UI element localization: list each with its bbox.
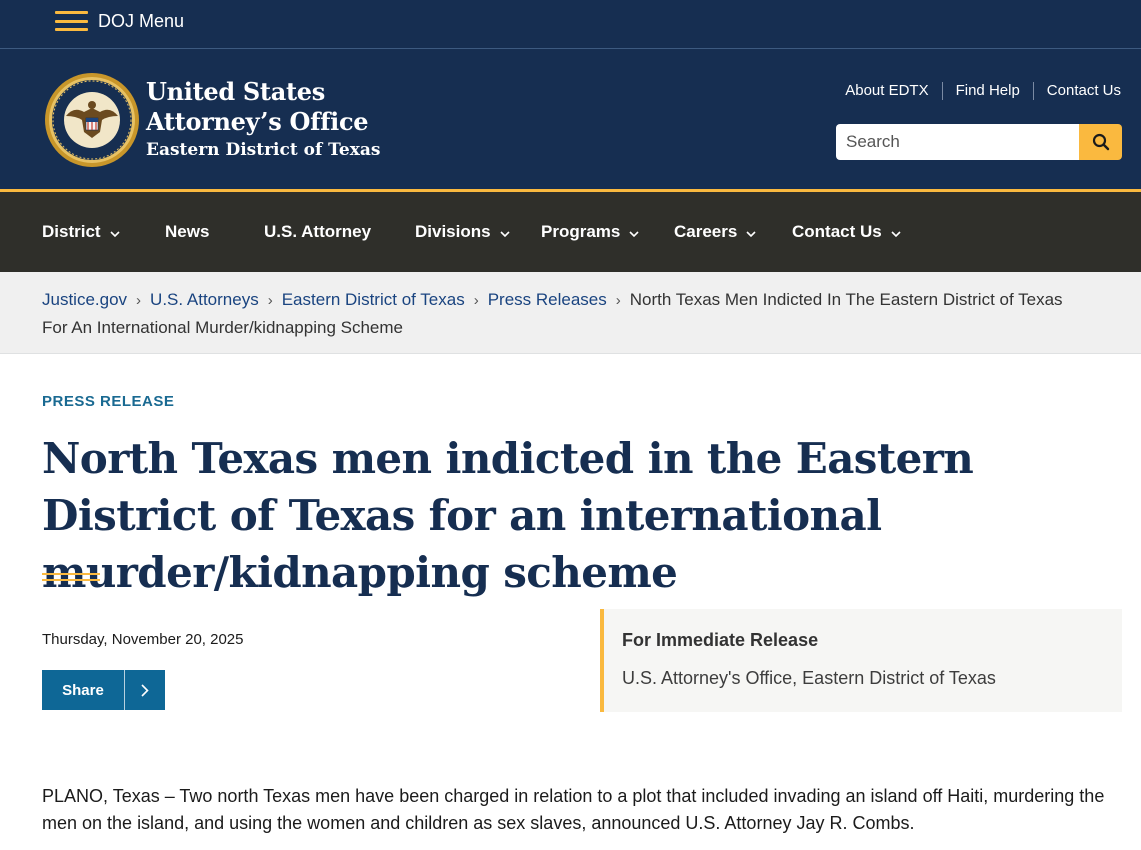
search-form [836,124,1122,160]
nav-label: Programs [541,222,621,241]
chevron-down-icon [500,230,510,237]
top-bar: DOJ Menu [0,0,1141,49]
breadcrumb-link-justice-gov[interactable]: Justice.gov [42,290,127,309]
chevron-down-icon [891,230,901,237]
nav-label: Careers [674,222,738,241]
find-help-link[interactable]: Find Help [941,82,1033,100]
release-date: Thursday, November 20, 2025 [42,631,244,648]
share-divider [124,670,125,710]
breadcrumb-chevron-icon: › [267,292,273,309]
nav-label: District [42,222,101,241]
breadcrumb-link-us-attorneys[interactable]: U.S. Attorneys [150,290,259,309]
nav-contact-us[interactable]: Contact Us [792,192,901,272]
nav-careers[interactable]: Careers [674,192,756,272]
office-district: Eastern District of Texas [146,140,381,160]
nav-label: U.S. Attorney [264,222,372,241]
nav-label: News [165,222,210,241]
lead-paragraph: PLANO, Texas – Two north Texas men have … [42,786,1105,833]
search-icon [1092,133,1109,151]
release-office: U.S. Attorney's Office, Eastern District… [622,668,996,688]
breadcrumb-chevron-icon: › [473,292,479,309]
hamburger-icon [55,9,88,33]
breadcrumb-chevron-icon: › [136,292,142,309]
page-title: North Texas men indicted in the Eastern … [42,434,974,597]
breadcrumb-link-press-releases[interactable]: Press Releases [488,290,607,309]
breadcrumb-chevron-icon: › [615,292,621,309]
nav-label: Contact Us [792,222,882,241]
chevron-down-icon [629,230,639,237]
office-name-line2: Attorney’s Office [146,107,369,136]
doj-menu-label: DOJ Menu [98,11,185,31]
office-name-line1: United States [146,77,325,106]
nav-district[interactable]: District [42,192,120,272]
nav-programs[interactable]: Programs [541,192,639,272]
about-edtx-link[interactable]: About EDTX [832,82,941,100]
nav-news[interactable]: News [165,192,209,272]
search-button[interactable] [1079,124,1122,160]
nav-divisions[interactable]: Divisions [415,192,510,272]
nav-us-attorney[interactable]: U.S. Attorney [264,192,371,272]
doj-seal-logo[interactable] [44,72,140,168]
title-underline [42,573,100,581]
site-header: United States Attorney’s Office Eastern … [0,49,1141,189]
utility-links: About EDTX Find Help Contact Us [832,82,1121,100]
release-info-box: For Immediate Release U.S. Attorney's Of… [600,609,1122,712]
contact-us-link[interactable]: Contact Us [1032,82,1121,100]
breadcrumb-link-edtx[interactable]: Eastern District of Texas [282,290,465,309]
main-nav: District News U.S. Attorney Divisions Pr… [0,192,1141,272]
chevron-down-icon [746,230,756,237]
office-name[interactable]: United States Attorney’s Office Eastern … [146,77,380,162]
breadcrumb: Justice.gov › U.S. Attorneys › Eastern Distr… [0,272,1141,354]
chevron-right-icon [125,683,165,697]
press-release-eyebrow: PRESS RELEASE [42,393,175,410]
share-button[interactable]: Share [42,670,165,710]
search-input[interactable] [836,124,1079,160]
chevron-down-icon [110,230,120,237]
nav-label: Divisions [415,222,491,241]
share-label: Share [62,681,104,699]
doj-menu-button[interactable]: DOJ Menu [55,8,184,34]
release-title: For Immediate Release [622,630,819,650]
